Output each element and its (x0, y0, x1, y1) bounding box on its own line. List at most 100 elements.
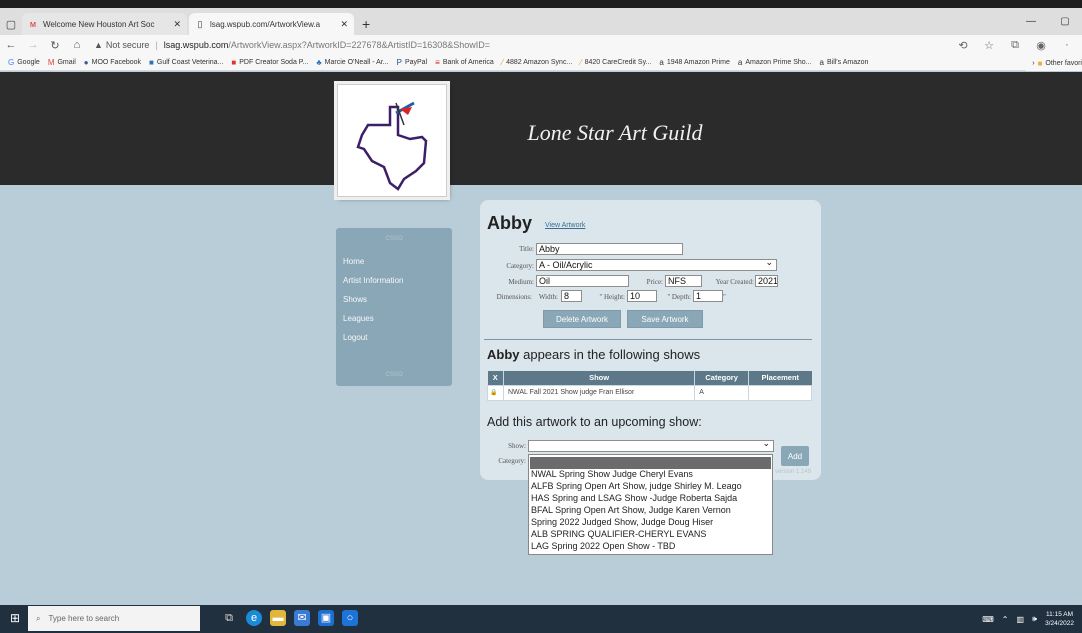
column-header-show: Show (503, 371, 696, 385)
medium-input[interactable]: Oil (536, 275, 629, 287)
site-logo[interactable] (337, 84, 447, 197)
bookmark-carecredit[interactable]: ⁄ 8420 CareCredit Sy... (580, 58, 651, 67)
dropdown-option[interactable]: NWAL Spring Show Judge Cheryl Evans (531, 469, 693, 479)
sidebar-item-artist-information[interactable]: Artist Information (343, 276, 403, 285)
sidebar-item-leagues[interactable]: Leagues (343, 314, 374, 323)
width-input[interactable]: 8 (561, 290, 582, 302)
keyboard-icon[interactable]: ⌨ (982, 615, 994, 624)
height-label: " Height: (599, 293, 625, 301)
gmail-icon: M (47, 58, 55, 67)
add-button[interactable]: Add (781, 446, 809, 466)
dropdown-highlighted-option[interactable] (530, 457, 771, 469)
app-icon[interactable]: ○ (342, 610, 358, 626)
network-icon[interactable]: ▥ (1016, 615, 1024, 624)
bookmark-google[interactable]: G Google (8, 58, 40, 67)
other-favorites[interactable]: › ■ Other favori (1026, 55, 1082, 71)
member-planet-icon: м (29, 19, 37, 29)
bookmark-bank-of-america[interactable]: ≡ Bank of America (435, 58, 494, 67)
back-icon[interactable]: ← (0, 39, 22, 51)
bookmark-marcie[interactable]: ♣ Marcie O'Neall - Ar... (316, 58, 388, 67)
sidebar-item-home[interactable]: Home (343, 257, 364, 266)
price-label: Price: (646, 278, 663, 286)
mail-icon[interactable]: ✉ (294, 610, 310, 626)
bookmark-icon: ■ (149, 58, 154, 67)
folder-icon: ■ (1037, 58, 1043, 68)
delete-artwork-button[interactable]: Delete Artwork (543, 310, 621, 328)
clock[interactable]: 11:15 AM 3/24/2022 (1045, 610, 1074, 628)
chevron-right-icon: › (1032, 59, 1035, 67)
height-input[interactable]: 10 (627, 290, 657, 302)
bookmark-paypal[interactable]: P PayPal (397, 58, 428, 67)
dropdown-option[interactable]: ALFB Spring Open Art Show, judge Shirley… (531, 481, 742, 491)
bookmark-icon: ⁄ (501, 58, 504, 67)
title-input[interactable]: Abby (536, 243, 683, 255)
clock-date: 3/24/2022 (1045, 620, 1074, 627)
volume-icon[interactable]: 🕪 (1032, 614, 1037, 624)
dropdown-option[interactable]: ALB SPRING QUALIFIER-CHERYL EVANS (531, 529, 706, 539)
windows-start-icon[interactable]: ⊞ (10, 611, 20, 625)
window-top-border (0, 0, 1082, 8)
menu-dots-icon[interactable]: · (1054, 39, 1080, 51)
task-view-icon[interactable]: ⧉ (221, 610, 237, 626)
show-dropdown-list[interactable]: NWAL Spring Show Judge Cheryl Evans ALFB… (528, 454, 773, 555)
inch-mark: " (723, 293, 726, 301)
site-title: Lone Star Art Guild (527, 120, 703, 145)
close-icon[interactable]: ✕ (340, 19, 348, 30)
sidebar-item-shows[interactable]: Shows (343, 295, 367, 304)
clock-time: 11:15 AM (1046, 611, 1074, 618)
minimize-icon[interactable]: — (1014, 16, 1048, 27)
bookmark-gulf-coast[interactable]: ■ Gulf Coast Veterina... (149, 58, 223, 67)
file-explorer-icon[interactable]: ▬ (270, 610, 286, 626)
store-icon[interactable]: ▣ (318, 610, 334, 626)
bookmark-amazon-prime-shop[interactable]: a Amazon Prime Sho... (738, 58, 812, 67)
divider (484, 339, 812, 340)
dropdown-option[interactable]: LAG Spring 2022 Open Show - TBD (531, 541, 675, 551)
bookmark-facebook[interactable]: ● MOO Facebook (84, 58, 141, 67)
save-artwork-button[interactable]: Save Artwork (627, 310, 703, 328)
page-title: Abby (487, 213, 532, 233)
lock-icon: 🔒 (487, 384, 504, 401)
medium-label: Medium: (508, 278, 534, 286)
edge-icon[interactable]: e (246, 610, 262, 626)
profile-icon[interactable]: ◉ (1028, 39, 1054, 52)
dropdown-option[interactable]: Spring 2022 Judged Show, Judge Doug Hise… (531, 517, 713, 527)
bookmark-bills-amazon[interactable]: a Bill's Amazon (820, 58, 869, 67)
search-placeholder: Type here to search (48, 614, 120, 623)
view-artwork-link[interactable]: View Artwork (545, 222, 585, 229)
show-select[interactable] (528, 440, 774, 452)
tab-artwork-view[interactable]: ▯ lsag.wspub.com/ArtworkView.a ✕ (189, 13, 354, 35)
version-text: version 1.149 (775, 469, 812, 475)
tab-actions-icon[interactable]: ▢ (0, 13, 22, 35)
price-input[interactable]: NFS (665, 275, 702, 287)
search-icon: ⌕ (36, 613, 41, 623)
dropdown-option[interactable]: HAS Spring and LSAG Show -Judge Roberta … (531, 493, 737, 503)
refresh-icon[interactable]: ↻ (44, 39, 66, 52)
tab-welcome[interactable]: м Welcome New Houston Art Soc ✕ (22, 13, 187, 35)
sidebar: CSSO Home Artist Information Shows Leagu… (336, 228, 452, 386)
year-created-input[interactable]: 2021 (755, 275, 778, 287)
read-aloud-icon[interactable]: ⟲ (950, 39, 976, 52)
forward-icon[interactable]: → (22, 39, 44, 51)
maximize-icon[interactable]: ▢ (1048, 16, 1082, 27)
show-name-cell: NWAL Fall 2021 Show judge Fran Ellisor (502, 384, 696, 401)
favorite-star-icon[interactable]: ☆ (976, 39, 1002, 52)
category-select[interactable]: A - Oil/Acrylic (536, 259, 777, 271)
bookmark-gmail[interactable]: M Gmail (48, 58, 76, 67)
bookmark-amazon-sync[interactable]: ⁄ 4882 Amazon Sync... (502, 58, 573, 67)
dropdown-option[interactable]: BFAL Spring Open Art Show, Judge Karen V… (531, 505, 731, 515)
sidebar-item-logout[interactable]: Logout (343, 333, 367, 342)
new-tab-button[interactable]: + (356, 13, 376, 35)
taskbar-search-input[interactable]: ⌕ Type here to search (28, 606, 200, 631)
collections-icon[interactable]: ⧉ (1002, 39, 1028, 52)
url-field[interactable]: ▲ Not secure | lsag.wspub.com /ArtworkVi… (94, 40, 950, 50)
warning-icon: ▲ (94, 40, 103, 50)
bookmark-pdf-creator[interactable]: ■ PDF Creator Soda P... (231, 58, 308, 67)
home-icon[interactable]: ⌂ (66, 39, 88, 51)
url-path: /ArtworkView.aspx?ArtworkID=227678&Artis… (228, 40, 491, 50)
bank-icon: ≡ (435, 58, 440, 67)
shows-heading-title: Abby (487, 347, 520, 362)
close-icon[interactable]: ✕ (173, 19, 181, 30)
bookmark-amazon-prime[interactable]: a 1948 Amazon Prime (659, 58, 730, 67)
depth-input[interactable]: 1 (693, 290, 723, 302)
chevron-up-icon[interactable]: ⌃ (1002, 615, 1009, 624)
